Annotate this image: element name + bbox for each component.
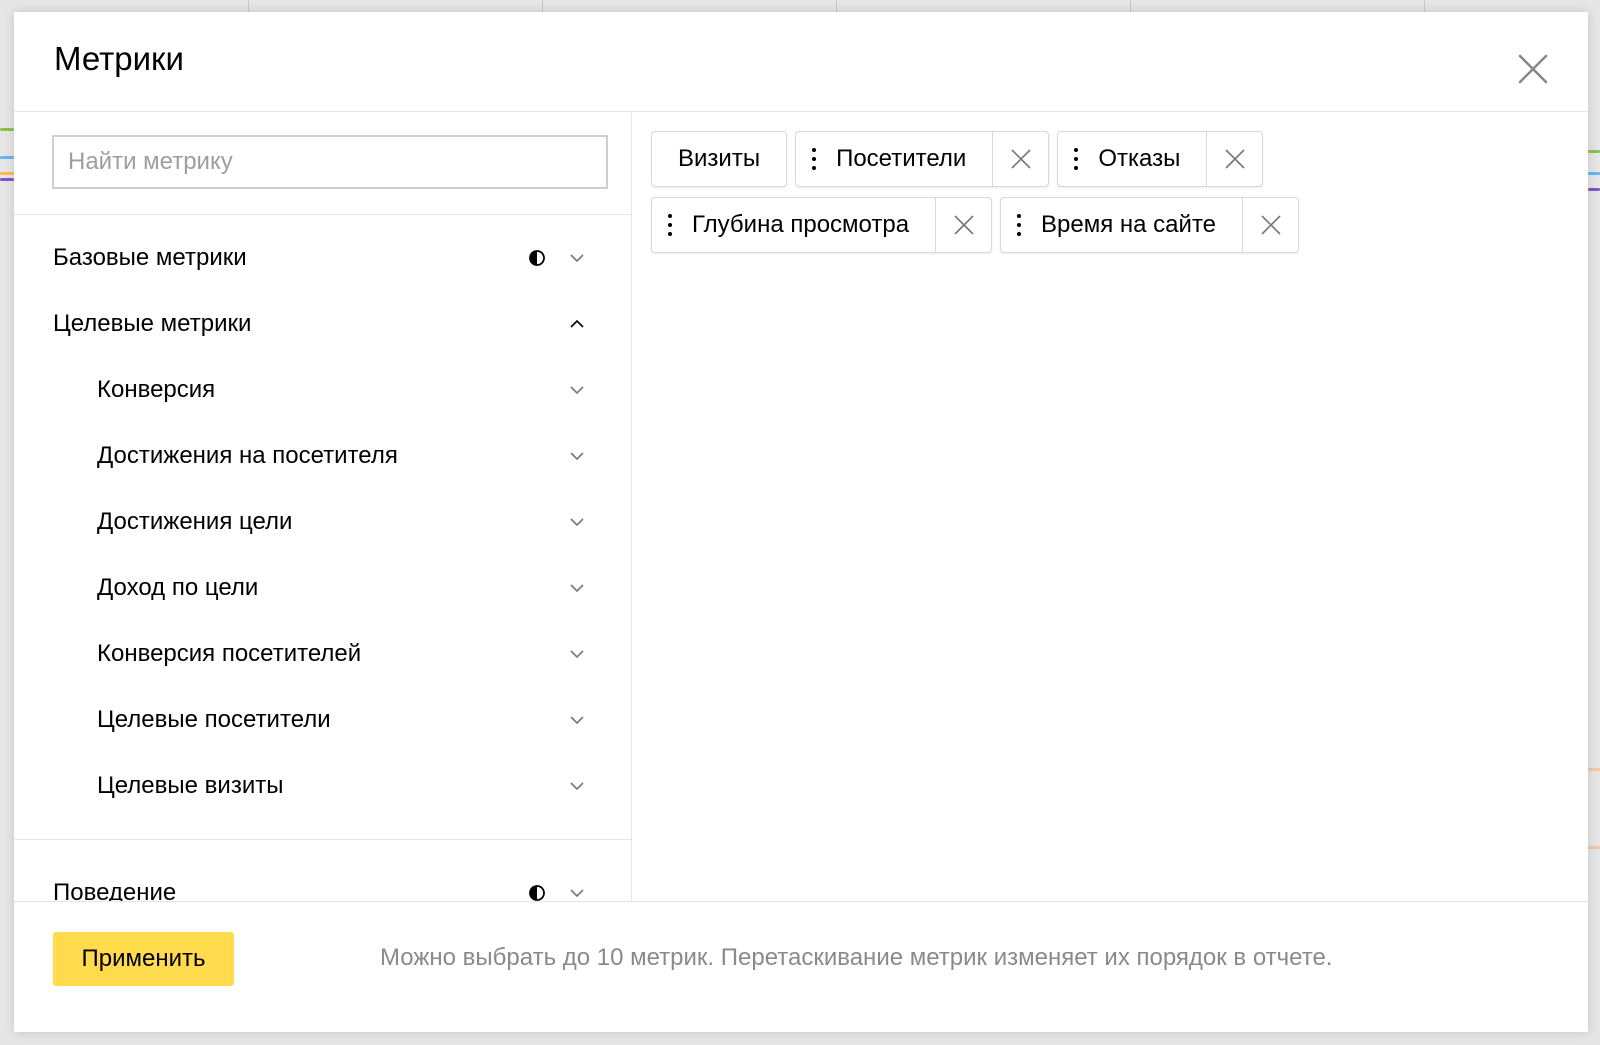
chevron-down-icon: [569, 646, 585, 662]
bg-chart-line: [1586, 768, 1600, 771]
footer-hint: Можно выбрать до 10 метрик. Перетаскиван…: [380, 944, 1333, 971]
metric-chip-label: Отказы: [1098, 145, 1181, 172]
bg-chart-line: [0, 172, 14, 175]
tree-item-label: Доход по цели: [97, 574, 259, 601]
tree-item-achievements-per-visitor[interactable]: Достижения на посетителя: [14, 423, 631, 489]
metric-tree: Базовые метрики Целевые метрики Конверси…: [14, 215, 631, 901]
tree-item-goal-visitors[interactable]: Целевые посетители: [14, 687, 631, 753]
metric-chip-body[interactable]: Глубина просмотра: [652, 198, 935, 252]
tree-group-basic[interactable]: Базовые метрики: [14, 225, 631, 291]
drag-handle-icon[interactable]: [1015, 214, 1023, 236]
chevron-down-icon: [569, 382, 585, 398]
metric-chip-time-on-site[interactable]: Время на сайте: [1000, 197, 1300, 253]
modal-footer: Применить Можно выбрать до 10 метрик. Пе…: [14, 901, 1588, 1032]
chevron-down-icon: [569, 250, 585, 266]
tree-item-conversion[interactable]: Конверсия: [14, 357, 631, 423]
tree-item-label: Достижения цели: [97, 508, 293, 535]
remove-metric-button[interactable]: [1206, 132, 1262, 186]
close-icon: [1518, 54, 1548, 84]
bg-chart-line: [0, 178, 14, 181]
metric-chip-body[interactable]: Время на сайте: [1001, 198, 1242, 252]
remove-metric-button[interactable]: [1242, 198, 1298, 252]
search-input[interactable]: [52, 135, 608, 189]
metric-chip-bounces[interactable]: Отказы: [1057, 131, 1264, 187]
bg-chart-line: [1586, 846, 1600, 849]
apply-button[interactable]: Применить: [53, 932, 234, 986]
chevron-down-icon: [569, 514, 585, 530]
tree-group-behavior[interactable]: Поведение: [14, 860, 631, 901]
tree-item-label: Конверсия посетителей: [97, 640, 362, 667]
close-icon: [953, 215, 974, 235]
remove-metric-button[interactable]: [992, 132, 1048, 186]
metric-chip-visits: Визиты: [651, 131, 788, 187]
metric-chip-label: Время на сайте: [1041, 211, 1217, 238]
metric-chip-label: Глубина просмотра: [692, 211, 910, 238]
partial-selection-icon: [529, 885, 545, 901]
remove-metric-button[interactable]: [935, 198, 991, 252]
chevron-down-icon: [569, 712, 585, 728]
metric-chip-body: Визиты: [652, 132, 786, 186]
chevron-down-icon: [569, 778, 585, 794]
close-icon: [1011, 149, 1031, 169]
tree-item-goal-achievements[interactable]: Достижения цели: [14, 489, 631, 555]
selected-metrics-list: Визиты Посетители Отказы Глубина просмот…: [651, 131, 1351, 253]
tree-group-label: Базовые метрики: [53, 244, 247, 271]
group-divider: [14, 839, 631, 840]
tree-group-label: Поведение: [53, 879, 177, 901]
metric-chip-label: Визиты: [678, 145, 761, 172]
tree-item-goal-revenue[interactable]: Доход по цели: [14, 555, 631, 621]
drag-handle-icon[interactable]: [666, 214, 674, 236]
close-icon: [1260, 215, 1281, 235]
bg-chart-line: [0, 128, 14, 131]
search-container: [14, 113, 631, 215]
tree-item-label: Целевые посетители: [97, 706, 331, 733]
metric-chip-body[interactable]: Посетители: [796, 132, 992, 186]
chevron-down-icon: [569, 885, 585, 901]
tree-item-label: Конверсия: [97, 376, 216, 403]
selected-metrics-pane: Визиты Посетители Отказы Глубина просмот…: [633, 113, 1588, 901]
drag-handle-icon[interactable]: [810, 148, 818, 170]
tree-item-label: Целевые визиты: [97, 772, 284, 799]
metrics-modal: Метрики Базовые метрики Целевы: [14, 12, 1588, 1032]
tree-item-goal-visits[interactable]: Целевые визиты: [14, 753, 631, 819]
close-button[interactable]: [1516, 52, 1550, 86]
bg-chart-line: [1588, 172, 1600, 175]
chevron-down-icon: [569, 580, 585, 596]
chevron-down-icon: [569, 448, 585, 464]
tree-item-label: Достижения на посетителя: [97, 442, 398, 469]
bg-chart-line: [0, 156, 14, 159]
chevron-up-icon: [569, 316, 585, 332]
tree-group-label: Целевые метрики: [53, 310, 252, 337]
partial-selection-icon: [529, 250, 545, 266]
bg-chart-line: [1588, 188, 1600, 191]
drag-handle-icon[interactable]: [1072, 148, 1080, 170]
modal-header: Метрики: [14, 12, 1588, 112]
tree-group-goal[interactable]: Целевые метрики: [14, 291, 631, 357]
tree-item-visitor-conversion[interactable]: Конверсия посетителей: [14, 621, 631, 687]
metric-chip-visitors[interactable]: Посетители: [795, 131, 1050, 187]
metric-chip-body[interactable]: Отказы: [1058, 132, 1206, 186]
bg-chart-line: [1588, 150, 1600, 153]
metric-chip-label: Посетители: [836, 145, 967, 172]
modal-title: Метрики: [54, 40, 184, 77]
metric-tree-pane: Базовые метрики Целевые метрики Конверси…: [14, 113, 632, 901]
metric-chip-page-depth[interactable]: Глубина просмотра: [651, 197, 993, 253]
close-icon: [1225, 149, 1245, 169]
